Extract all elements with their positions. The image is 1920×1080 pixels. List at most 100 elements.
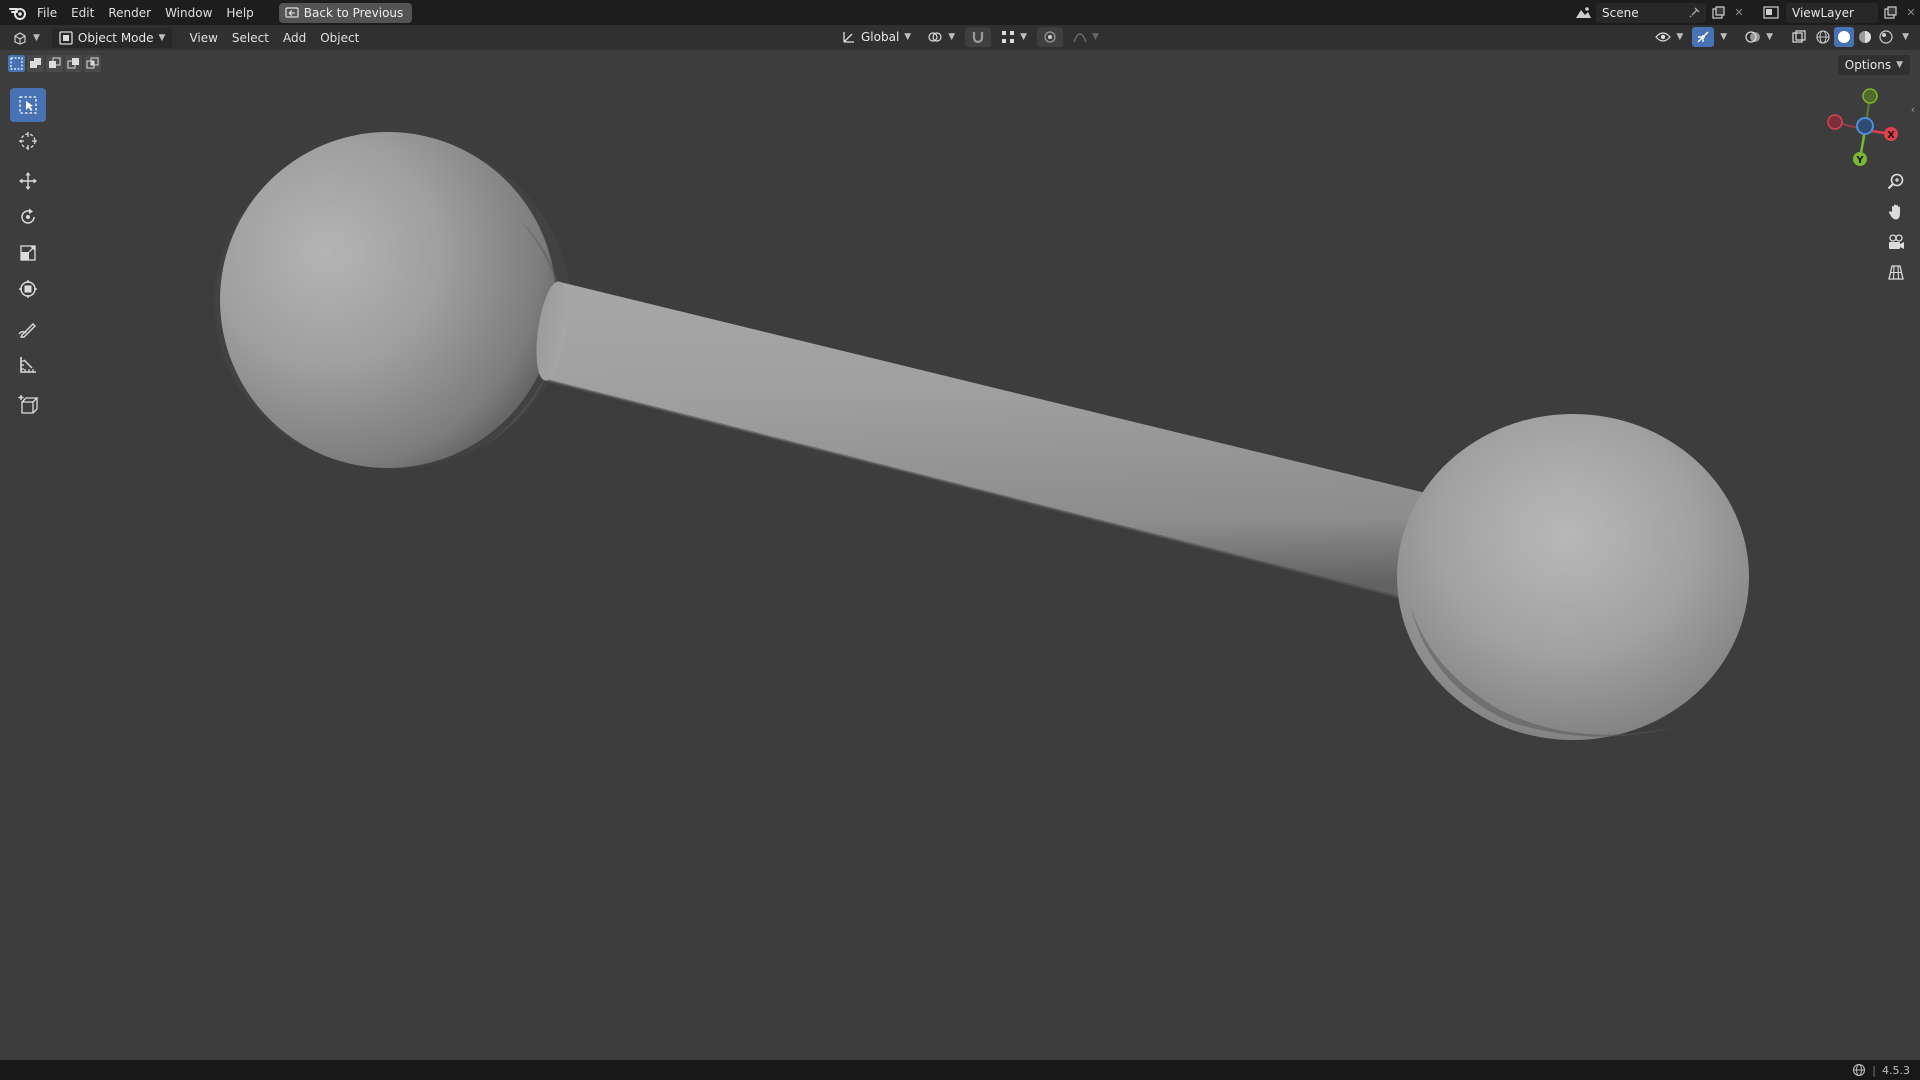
falloff-dropdown[interactable]: ▼: [1067, 27, 1105, 47]
view-layer-name-field[interactable]: ViewLayer: [1786, 2, 1878, 23]
3d-viewport[interactable]: [0, 50, 1920, 1060]
material-sphere-icon: [1859, 31, 1872, 43]
menu-help[interactable]: Help: [219, 3, 260, 23]
chevron-down-icon: ▼: [1020, 32, 1028, 42]
menu-edit[interactable]: Edit: [64, 3, 101, 23]
scene-selector-icon[interactable]: [1570, 3, 1596, 23]
view-layer-selector-icon[interactable]: [1756, 3, 1786, 23]
zoom-button[interactable]: [1884, 170, 1908, 194]
cursor-tool[interactable]: [10, 124, 46, 158]
chevron-down-icon: ▼: [904, 32, 912, 42]
material-shading-button[interactable]: [1855, 27, 1875, 47]
status-bar: | 4.5.3: [0, 1060, 1920, 1080]
menu-add[interactable]: Add: [276, 31, 313, 45]
options-label: Options: [1844, 58, 1892, 72]
3d-viewport-icon: [14, 31, 26, 45]
gizmo-z-ball[interactable]: [1856, 117, 1874, 135]
network-globe-icon[interactable]: [1852, 1063, 1866, 1077]
cursor-icon: [19, 132, 37, 150]
editor-type-dropdown[interactable]: ▼: [6, 27, 46, 48]
remove-view-layer-icon[interactable]: ✕: [1902, 3, 1920, 23]
navigation-gizmo[interactable]: X Y: [1820, 82, 1910, 172]
menu-render[interactable]: Render: [101, 3, 158, 23]
selection-mode-group: [8, 55, 101, 72]
proportional-edit-toggle[interactable]: [1037, 27, 1064, 47]
measure-tool[interactable]: [10, 348, 46, 382]
chevron-down-icon: ▼: [1676, 32, 1684, 42]
dumbbell-mesh[interactable]: [0, 50, 1920, 1060]
wireframe-shading-button[interactable]: [1813, 27, 1833, 47]
annotate-tool[interactable]: [10, 312, 46, 346]
camera-view-button[interactable]: [1884, 230, 1908, 254]
select-extend-icon: [30, 58, 41, 68]
select-new-button[interactable]: [8, 55, 25, 72]
gizmo-dropdown-chevron-icon[interactable]: ▼: [1717, 32, 1730, 42]
back-to-previous-label: Back to Previous: [303, 5, 404, 20]
snap-toggle[interactable]: [965, 27, 992, 47]
xray-toggle[interactable]: [1788, 27, 1811, 47]
new-scene-icon[interactable]: [1706, 3, 1730, 23]
select-intersect-icon: [86, 57, 99, 69]
scene-name: Scene: [1602, 5, 1639, 20]
pivot-point-dropdown[interactable]: ▼: [921, 27, 962, 47]
select-box-tool[interactable]: [10, 88, 46, 122]
new-view-layer-icon[interactable]: [1878, 3, 1902, 23]
falloff-curve-icon: [1073, 33, 1087, 43]
blender-window: File Edit Render Window Help Back to Pre…: [0, 0, 1920, 1080]
menu-window[interactable]: Window: [158, 3, 219, 23]
scale-icon: [20, 245, 36, 261]
shading-dropdown-chevron-icon[interactable]: ▼: [1899, 32, 1912, 42]
menu-object[interactable]: Object: [313, 31, 366, 45]
overlays-icon: [1745, 31, 1761, 43]
center-tools: Global ▼ ▼ ▼ ▼: [836, 27, 1105, 47]
solid-sphere-icon: [1838, 31, 1851, 43]
select-intersect-button[interactable]: [84, 55, 101, 72]
menu-file[interactable]: File: [30, 3, 64, 23]
add-cube-tool[interactable]: [10, 388, 46, 422]
gizmo-neg-x-ball[interactable]: [1827, 114, 1843, 130]
shading-mode-group: [1813, 27, 1896, 47]
viewport-shading-controls: ▼ ▼ ▼ ▼: [1649, 27, 1912, 47]
select-subtract-button[interactable]: [46, 55, 63, 72]
back-to-previous-button[interactable]: Back to Previous: [278, 2, 413, 23]
perspective-toggle-button[interactable]: [1884, 260, 1908, 284]
wireframe-sphere-icon: [1816, 30, 1830, 44]
chevron-down-icon: ▼: [948, 32, 956, 42]
object-mode-dropdown[interactable]: Object Mode ▼: [51, 27, 173, 48]
pivot-icon: [928, 32, 942, 42]
options-dropdown[interactable]: Options ▼: [1837, 55, 1910, 75]
pin-icon[interactable]: [1689, 7, 1700, 18]
rotate-icon: [21, 208, 35, 224]
blender-logo-icon[interactable]: [6, 1, 30, 25]
object-visibility-dropdown[interactable]: ▼: [1649, 27, 1690, 47]
view-layer-name: ViewLayer: [1792, 5, 1854, 20]
scale-tool[interactable]: [10, 236, 46, 270]
hand-icon: [1888, 204, 1900, 220]
rendered-shading-button[interactable]: [1876, 27, 1896, 47]
select-invert-button[interactable]: [65, 55, 82, 72]
transform-orientation-dropdown[interactable]: Global ▼: [836, 27, 918, 47]
overlays-toggle[interactable]: ▼: [1739, 27, 1780, 47]
rotate-tool[interactable]: [10, 200, 46, 234]
screen-back-icon: [285, 6, 299, 18]
pan-button[interactable]: [1884, 200, 1908, 224]
solid-shading-button[interactable]: [1834, 27, 1855, 47]
gizmo-toggle[interactable]: [1692, 27, 1715, 47]
menu-select[interactable]: Select: [225, 31, 276, 45]
menu-view[interactable]: View: [182, 31, 224, 45]
move-tool[interactable]: [10, 164, 46, 198]
chevron-down-icon: ▼: [158, 32, 166, 43]
scene-name-field[interactable]: Scene: [1596, 2, 1706, 23]
blender-version: 4.5.3: [1882, 1063, 1910, 1077]
transform-icon: [19, 280, 37, 298]
remove-scene-icon[interactable]: ✕: [1730, 3, 1748, 23]
rendered-sphere-icon: [1879, 30, 1893, 44]
transform-tool[interactable]: [10, 272, 46, 306]
select-extend-button[interactable]: [27, 55, 44, 72]
select-box-icon: [19, 96, 37, 114]
move-icon: [19, 172, 37, 190]
snap-target-dropdown[interactable]: ▼: [995, 27, 1034, 47]
gizmo-neg-y-ball[interactable]: [1862, 88, 1878, 104]
chevron-down-icon: ▼: [1092, 32, 1099, 42]
transform-orientation-label: Global: [861, 30, 900, 44]
